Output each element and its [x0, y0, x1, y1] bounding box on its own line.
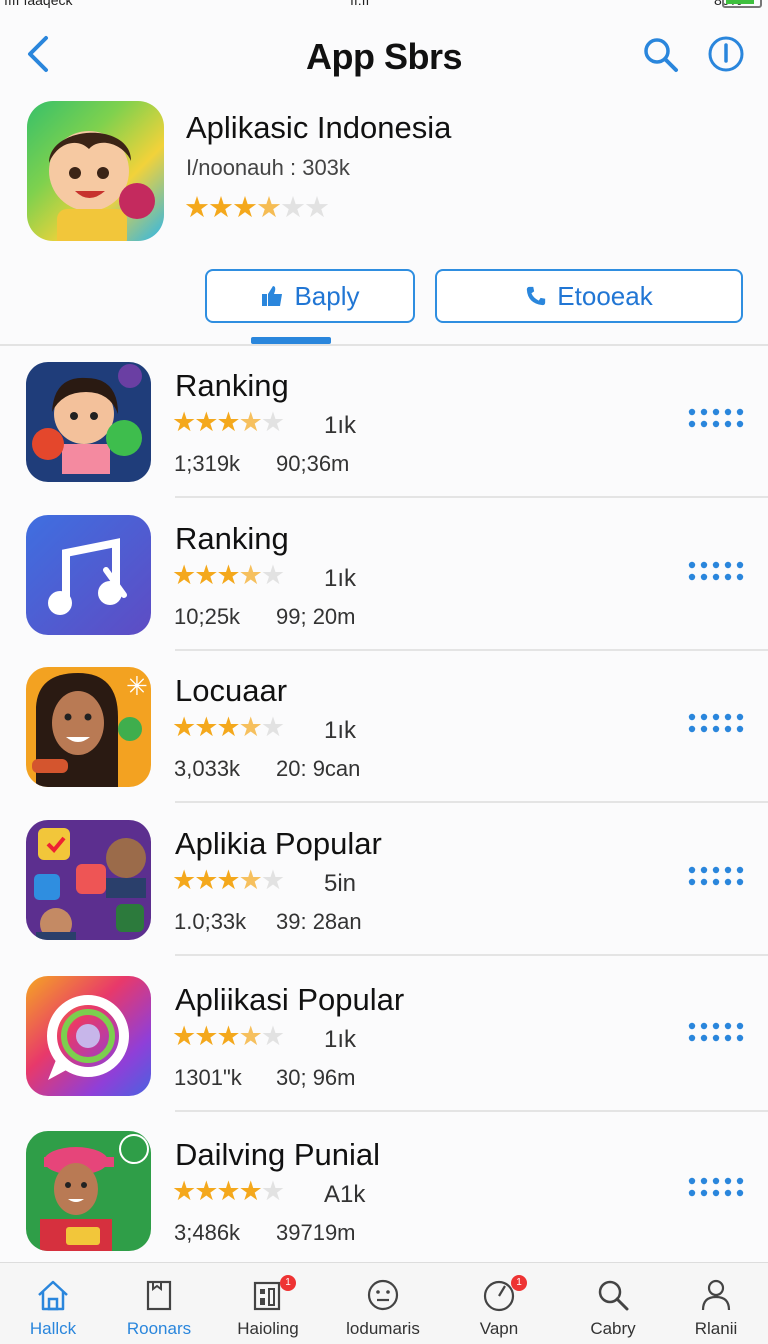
app-size: 20: 9can — [276, 756, 361, 781]
app-list-item[interactable]: Dailving Punial ★★★★★ A1k 3;486k 39719m — [0, 1115, 768, 1267]
nav-item-profile[interactable]: Rlanii — [666, 1263, 766, 1344]
rating-count: 1ık — [324, 565, 357, 592]
more-dots-icon[interactable] — [686, 406, 746, 430]
nav-item-gauge[interactable]: 1 Vapn — [449, 1263, 549, 1344]
app-icon[interactable]: ✳ — [26, 667, 151, 787]
apply-button[interactable]: Baply — [205, 269, 415, 323]
rating-count: 5in — [324, 870, 357, 897]
svg-text:✳: ✳ — [126, 671, 148, 701]
featured-app-downloads: I/noonauh : 303k — [186, 155, 350, 180]
rating-stars: ★★★★★ — [172, 712, 285, 742]
more-dots-icon[interactable] — [686, 1175, 746, 1199]
rating-stars: ★★★★★ — [172, 560, 285, 590]
call-button-label: Etooeak — [557, 280, 653, 311]
app-size: 30; 96m — [276, 1065, 356, 1090]
document-icon — [146, 1280, 172, 1311]
rating-count: A1k — [324, 1181, 366, 1208]
battery-icon — [722, 0, 762, 8]
call-button[interactable]: Etooeak — [435, 269, 743, 323]
rating-stars: ★★★★★ — [172, 865, 285, 895]
app-list-item[interactable]: Apliikasi Popular ★★★★★ 1ık 1301"k 30; 96m — [0, 960, 768, 1112]
carrier-label: ıııı ıaaqeck — [4, 0, 73, 8]
app-icon[interactable] — [26, 1131, 151, 1251]
more-dots-icon[interactable] — [686, 559, 746, 583]
app-icon[interactable] — [26, 820, 151, 940]
row-divider — [175, 1110, 768, 1112]
app-size: 99; 20m — [276, 604, 356, 629]
notification-badge: 1 — [280, 1275, 296, 1291]
app-header: App Sbrs — [0, 20, 768, 90]
app-name: Locuaar — [175, 673, 288, 708]
app-list-item[interactable]: Ranking ★★★★★ 1ık 10;25k 99; 20m — [0, 499, 768, 651]
thumbs-up-icon — [262, 286, 283, 306]
app-downloads: 3;486k — [174, 1220, 241, 1245]
notification-badge: 1 — [511, 1275, 527, 1291]
app-name: Aplikia Popular — [175, 826, 382, 861]
more-dots-icon[interactable] — [686, 711, 746, 735]
app-icon[interactable] — [26, 515, 151, 635]
rating-count: 1ık — [324, 1026, 357, 1053]
face-icon — [367, 1279, 399, 1311]
row-divider — [175, 496, 768, 498]
featured-app-icon[interactable] — [27, 101, 164, 241]
status-bar: ıııı ıaaqeck ıı:ıı 80% — [0, 0, 768, 10]
app-icon[interactable] — [26, 362, 151, 482]
more-dots-icon[interactable] — [686, 1020, 746, 1044]
nav-item-face[interactable]: lodumaris — [333, 1263, 433, 1344]
bottom-nav: Hallck Roonars 1 Haioling lodumaris 1 Va… — [0, 1262, 768, 1344]
app-list-item[interactable]: Aplikia Popular ★★★★★ 5in 1.0;33k 39: 28an — [0, 804, 768, 956]
home-icon — [38, 1280, 68, 1311]
app-downloads: 1.0;33k — [174, 909, 247, 934]
featured-app-title: Aplikasic Indonesia — [186, 110, 452, 145]
app-icon[interactable] — [26, 976, 151, 1096]
rating-stars: ★★★★★ — [172, 1176, 285, 1206]
app-downloads: 1301"k — [174, 1065, 242, 1090]
app-name: Apliikasi Popular — [175, 982, 405, 1017]
search-icon — [598, 1280, 629, 1311]
person-icon — [701, 1279, 731, 1311]
row-divider — [175, 801, 768, 803]
tab-indicator — [251, 337, 331, 344]
time-label: ıı:ıı — [350, 0, 370, 8]
app-downloads: 3,033k — [174, 756, 241, 781]
nav-item-apps[interactable]: 1 Haioling — [218, 1263, 318, 1344]
app-size: 39719m — [276, 1220, 356, 1245]
featured-rating-stars: ★★★★★★ — [184, 192, 330, 224]
app-downloads: 1;319k — [174, 451, 241, 476]
app-downloads: 10;25k — [174, 604, 241, 629]
app-name: Ranking — [175, 368, 289, 403]
nav-item-home[interactable]: Hallck — [3, 1263, 103, 1344]
nav-item-document[interactable]: Roonars — [109, 1263, 209, 1344]
phone-icon — [527, 286, 546, 306]
app-list-item[interactable]: ✳ Locuaar ★★★★★ 1ık 3,033k 20: 9can — [0, 651, 768, 803]
app-list-item[interactable]: Ranking ★★★★★ 1ık 1;319k 90;36m — [0, 346, 768, 498]
apply-button-label: Baply — [294, 280, 360, 311]
app-name: Dailving Punial — [175, 1137, 381, 1172]
nav-item-search[interactable]: Cabry — [563, 1263, 663, 1344]
app-size: 90;36m — [276, 451, 350, 476]
app-name: Ranking — [175, 521, 289, 556]
info-icon[interactable] — [706, 34, 746, 74]
rating-stars: ★★★★★ — [172, 407, 285, 437]
app-size: 39: 28an — [276, 909, 362, 934]
rating-count: 1ık — [324, 717, 357, 744]
more-dots-icon[interactable] — [686, 864, 746, 888]
rating-count: 1ık — [324, 412, 357, 439]
rating-stars: ★★★★★ — [172, 1021, 285, 1051]
row-divider — [175, 954, 768, 956]
search-icon[interactable] — [640, 34, 680, 74]
